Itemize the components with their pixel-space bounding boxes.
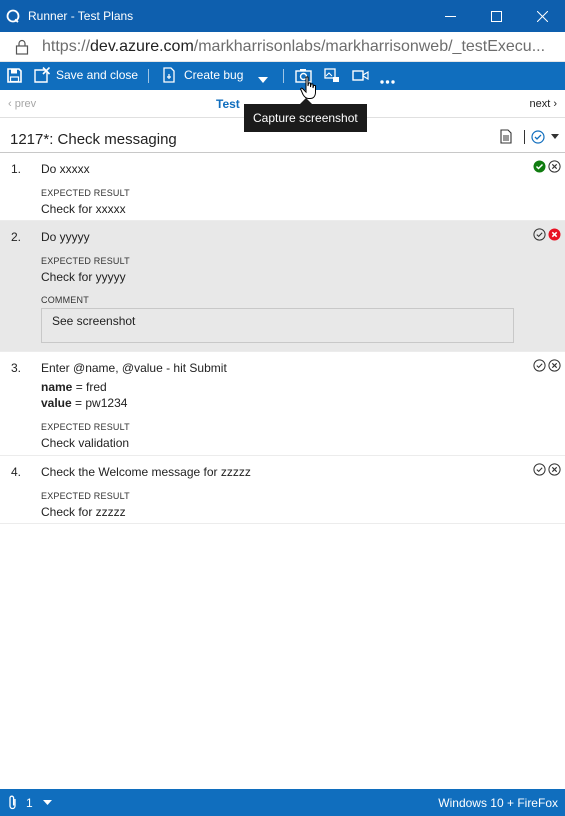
save-button[interactable] — [7, 68, 22, 83]
expected-result-label: EXPECTED RESULT — [41, 256, 130, 266]
outcome-dropdown-icon[interactable] — [551, 134, 559, 139]
url-path: /markharrisonlabs/markharrisonweb/_testE… — [193, 37, 546, 55]
create-bug-label: Create bug — [184, 68, 244, 82]
prev-label: prev — [14, 97, 37, 110]
step-status — [533, 359, 561, 372]
minimize-icon — [444, 15, 456, 17]
check-circle-icon[interactable] — [533, 228, 546, 241]
step-status — [533, 463, 561, 476]
next-label: next — [529, 97, 551, 110]
document-icon[interactable] — [500, 129, 512, 144]
window-titlebar: Runner - Test Plans — [0, 0, 565, 32]
url-host: dev.azure.com — [90, 37, 194, 55]
toolbar-separator — [148, 69, 149, 83]
azure-runner-icon — [6, 9, 20, 23]
test-step-4[interactable]: 4. Check the Welcome message for zzzzz E… — [0, 456, 565, 524]
maximize-icon — [490, 10, 502, 22]
record-video-button[interactable] — [352, 69, 369, 85]
create-bug-dropdown[interactable] — [258, 72, 268, 86]
step-status — [533, 160, 561, 173]
more-actions-button[interactable] — [380, 73, 395, 87]
expected-result-text: Check for yyyyy — [41, 270, 126, 284]
close-icon — [536, 10, 548, 22]
video-icon — [352, 70, 369, 81]
prev-button[interactable]: ‹ prev — [8, 98, 36, 110]
parameter-name: name = fred — [41, 380, 107, 394]
step-action: Do xxxxx — [41, 162, 90, 176]
maximize-button[interactable] — [473, 0, 519, 32]
test-step-1[interactable]: 1. Do xxxxx EXPECTED RESULT Check for xx… — [0, 153, 565, 221]
test-case-title: 1217*: Check messaging — [10, 131, 177, 148]
runner-toolbar: Save and close Create bug — [0, 62, 565, 90]
lock-icon — [15, 39, 29, 55]
save-and-close-button[interactable]: Save and close — [34, 67, 138, 83]
step-action: Enter @name, @value - hit Submit — [41, 361, 227, 375]
x-circle-icon[interactable] — [548, 359, 561, 372]
x-circle-icon[interactable] — [548, 463, 561, 476]
chevron-down-icon — [258, 77, 268, 83]
url-text[interactable]: https://dev.azure.com/markharrisonlabs/m… — [42, 38, 562, 56]
environment-label: Windows 10 + FireFox — [438, 795, 558, 810]
step-number: 3. — [11, 361, 22, 375]
expected-result-text: Check validation — [41, 436, 130, 450]
save-and-close-label: Save and close — [56, 68, 139, 82]
save-close-icon — [34, 67, 50, 83]
test-step-3[interactable]: 3. Enter @name, @value - hit Submit name… — [0, 352, 565, 456]
step-number: 4. — [11, 465, 22, 479]
more-icon — [380, 80, 395, 84]
capture-image-action-button[interactable] — [324, 68, 340, 86]
expected-result-label: EXPECTED RESULT — [41, 491, 130, 501]
check-circle-icon[interactable] — [533, 160, 546, 173]
parameter-key: name — [41, 380, 73, 394]
check-circle-icon[interactable] — [533, 463, 546, 476]
create-bug-button[interactable]: Create bug — [162, 67, 243, 83]
parameter-value: fred — [86, 380, 107, 394]
test-step-2[interactable]: 2. Do yyyyy EXPECTED RESULT Check for yy… — [0, 221, 565, 352]
header-separator — [524, 129, 525, 144]
save-icon — [7, 68, 22, 83]
parameter-equals: = — [71, 396, 86, 410]
hand-cursor-icon — [300, 76, 316, 99]
test-case-actions — [500, 129, 559, 144]
minimize-button[interactable] — [427, 0, 473, 32]
parameter-value: pw1234 — [85, 396, 128, 410]
x-circle-icon[interactable] — [548, 160, 561, 173]
window-title: Runner - Test Plans — [28, 9, 134, 23]
expected-result-label: EXPECTED RESULT — [41, 188, 130, 198]
url-scheme: https:// — [42, 37, 91, 55]
address-bar[interactable]: https://dev.azure.com/markharrisonlabs/m… — [0, 32, 565, 62]
paperclip-icon[interactable] — [8, 795, 18, 810]
expected-result-label: EXPECTED RESULT — [41, 422, 130, 432]
parameter-key: value — [41, 396, 72, 410]
next-button[interactable]: next › — [529, 98, 557, 110]
toolbar-separator — [283, 69, 284, 83]
test-steps-list: 1. Do xxxxx EXPECTED RESULT Check for xx… — [0, 153, 565, 524]
capture-screenshot-tooltip: Capture screenshot — [244, 104, 367, 132]
close-window-button[interactable] — [519, 0, 565, 32]
check-circle-icon[interactable] — [533, 359, 546, 372]
tab-test[interactable]: Test — [216, 97, 240, 111]
parameter-value-row: value = pw1234 — [41, 396, 127, 410]
pass-outcome-icon[interactable] — [531, 129, 545, 144]
comment-field[interactable]: See screenshot — [41, 308, 514, 343]
step-action: Check the Welcome message for zzzzz — [41, 465, 251, 479]
step-number: 2. — [11, 230, 22, 244]
bug-icon — [163, 67, 175, 83]
status-bar: 1 Windows 10 + FireFox — [0, 789, 565, 816]
step-action: Do yyyyy — [41, 230, 90, 244]
step-number: 1. — [11, 162, 22, 176]
attachment-count: 1 — [26, 795, 33, 810]
chevron-down-icon[interactable] — [42, 800, 52, 805]
comment-label: COMMENT — [41, 295, 89, 305]
image-action-icon — [324, 68, 339, 82]
x-circle-icon[interactable] — [548, 228, 561, 241]
step-status — [533, 228, 561, 241]
expected-result-text: Check for xxxxx — [41, 202, 126, 216]
expected-result-text: Check for zzzzz — [41, 505, 126, 519]
parameter-equals: = — [72, 380, 87, 394]
